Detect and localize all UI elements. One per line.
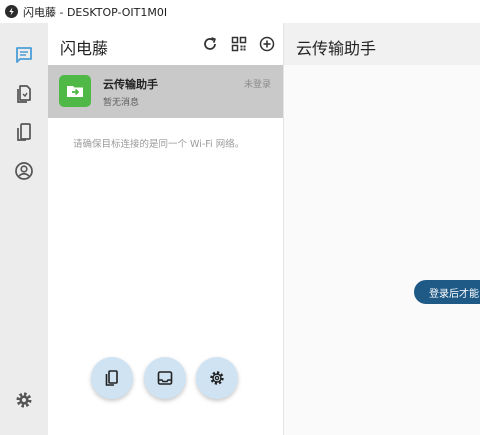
settings-icon <box>210 371 224 385</box>
inbox-icon <box>157 371 173 385</box>
sidebar <box>0 23 48 435</box>
chat-body: 登录后才能 <box>284 65 480 435</box>
sidebar-item-devices[interactable] <box>12 120 36 144</box>
settings-button[interactable] <box>12 388 36 412</box>
add-device-button[interactable] <box>257 34 277 54</box>
wifi-hint: 请确保目标连接的是同一个 Wi-Fi 网络。 <box>73 139 245 150</box>
list-header: 闪电藤 <box>48 23 283 65</box>
device-icon <box>17 123 31 141</box>
settings-fab-button[interactable] <box>196 357 238 399</box>
cloud-transfer-icon <box>59 75 91 107</box>
title-bar: 闪电藤 - DESKTOP-OIT1M0I <box>0 0 480 23</box>
chat-icon <box>16 47 32 63</box>
device-name: 云传输助手 <box>103 78 158 91</box>
refresh-button[interactable] <box>200 34 220 54</box>
gear-icon <box>16 392 32 408</box>
chat-header: 云传输助手 <box>284 23 480 65</box>
add-icon <box>259 36 275 52</box>
qr-code-icon <box>231 36 247 52</box>
user-icon <box>15 162 33 180</box>
device-last-message: 暂无消息 <box>103 98 140 108</box>
mirror-fab-button[interactable] <box>91 357 133 399</box>
window-title: 闪电藤 - DESKTOP-OIT1M0I <box>23 5 168 19</box>
device-mirror-icon <box>105 370 118 386</box>
inbox-fab-button[interactable] <box>144 357 186 399</box>
sidebar-item-messages[interactable] <box>12 43 36 67</box>
sidebar-item-account[interactable] <box>12 159 36 183</box>
login-button[interactable]: 登录后才能 <box>414 280 480 304</box>
sidebar-item-files[interactable] <box>12 82 36 106</box>
app-window: 闪电藤 - DESKTOP-OIT1M0I 闪电藤 云传输助手 未登录 暂无消息… <box>0 0 480 435</box>
list-title: 闪电藤 <box>60 39 109 58</box>
app-logo-icon <box>5 5 18 18</box>
device-list-item[interactable]: 云传输助手 未登录 暂无消息 <box>48 65 283 118</box>
file-icon <box>17 85 31 103</box>
chat-title: 云传输助手 <box>296 39 377 58</box>
refresh-icon <box>204 37 216 50</box>
chat-panel: 云传输助手 登录后才能 <box>283 23 480 435</box>
device-status: 未登录 <box>243 80 271 90</box>
qr-code-button[interactable] <box>229 34 249 54</box>
